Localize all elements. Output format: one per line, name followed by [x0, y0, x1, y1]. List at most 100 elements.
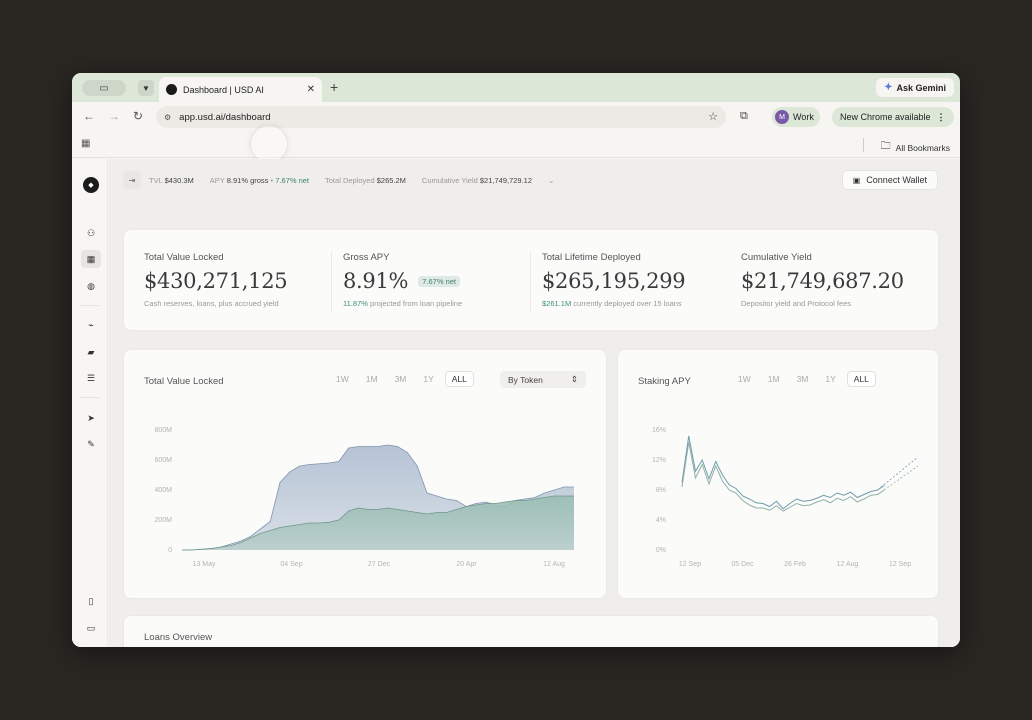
- kpi-title: Gross APY: [343, 252, 390, 263]
- kpi-value: $265,195,299: [542, 269, 686, 293]
- loans-overview-card: Loans Overview: [123, 615, 939, 647]
- y-tick-label: 200M: [154, 517, 172, 524]
- y-tick-label: 8%: [656, 487, 666, 494]
- stats-expand-icon[interactable]: ⌄: [548, 176, 554, 185]
- wallet-icon: ▣: [852, 175, 861, 185]
- kpi-card: Total Value Locked $430,271,125 Cash res…: [123, 229, 939, 331]
- omnibox[interactable]: ⚙ app.usd.ai/dashboard ☆: [156, 106, 726, 128]
- y-tick-label: 12%: [652, 457, 666, 464]
- avatar: M: [775, 110, 789, 124]
- x-tick-label: 12 Sep: [679, 561, 701, 568]
- bookmarks-divider: [863, 138, 864, 152]
- all-bookmarks-label: All Bookmarks: [895, 142, 950, 153]
- apy-line-chart: 16% 12% 8% 4% 0% 12 Sep 05 Dec 26 Feb 12 Aug 12 S…: [652, 427, 919, 568]
- site-info-icon[interactable]: ⚙: [164, 113, 171, 122]
- document-icon[interactable]: ▯: [84, 594, 98, 608]
- kpi-value: $21,749,687.20: [741, 269, 904, 293]
- globe-icon[interactable]: ◍: [84, 279, 98, 293]
- kpi-divider: [530, 252, 531, 312]
- x-tick-label: 26 Feb: [784, 561, 806, 568]
- send-icon[interactable]: ➤: [84, 411, 98, 425]
- reload-icon[interactable]: ↻: [133, 109, 143, 123]
- x-tick-label: 27 Dec: [368, 561, 391, 568]
- tab-dashboard[interactable]: Dashboard | USD AI ✕: [159, 77, 322, 102]
- x-tick-label: 12 Aug: [837, 561, 859, 568]
- kpi-cumulative-yield: Cumulative Yield $21,749,687.20 Deposito…: [741, 252, 926, 308]
- deposit-icon[interactable]: ⚇: [84, 226, 98, 240]
- x-tick-label: 12 Aug: [543, 561, 565, 568]
- profile-label: Work: [793, 112, 814, 122]
- apy-projection-line: [877, 456, 919, 491]
- y-tick-label: 4%: [656, 517, 666, 524]
- tab-overview-button[interactable]: ▭: [82, 80, 126, 96]
- forward-arrow-icon[interactable]: →: [108, 109, 120, 123]
- page: ◆ ⚇ ▦ ◍ ⌁ ▰ ☰ ➤ ✎ ▯ ▭ ⇥ TVL $430.3M APY …: [72, 159, 960, 647]
- browser-window: ▭ ▼ Dashboard | USD AI ✕ + ✦ Ask Gemini …: [72, 73, 960, 647]
- y-tick-label: 0%: [656, 547, 666, 554]
- connect-wallet-label: Connect Wallet: [866, 175, 927, 185]
- top-stats-bar: ⇥ TVL $430.3M APY 8.91% gross • 7.67% ne…: [123, 169, 623, 191]
- url-text[interactable]: app.usd.ai/dashboard: [179, 112, 270, 123]
- profile-chip[interactable]: M Work: [772, 107, 820, 127]
- chat-icon[interactable]: ▭: [84, 621, 98, 635]
- tools-icon[interactable]: ✎: [84, 437, 98, 451]
- main-content: ⇥ TVL $430.3M APY 8.91% gross • 7.67% ne…: [109, 159, 960, 647]
- usd-ai-logo-icon[interactable]: ◆: [83, 177, 99, 193]
- bookmarks-bar: ▦ 🗀 All Bookmarks: [72, 132, 960, 158]
- tab-search-button[interactable]: ▼: [138, 80, 154, 96]
- x-tick-label: 13 May: [193, 561, 216, 568]
- more-menu-icon[interactable]: ⋮: [937, 112, 946, 123]
- dashboard-grid-icon[interactable]: ▦: [81, 250, 101, 268]
- loans-overview-title: Loans Overview: [144, 632, 213, 643]
- kpi-title: Total Value Locked: [144, 252, 224, 263]
- sidebar-divider: [80, 305, 100, 306]
- stat-tvl: TVL $430.3M: [149, 175, 194, 185]
- x-tick-label: 20 Apr: [456, 561, 477, 568]
- sidebar: ◆ ⚇ ▦ ◍ ⌁ ▰ ☰ ➤ ✎ ▯ ▭: [72, 159, 108, 647]
- cursor-highlight: [250, 125, 288, 163]
- chrome-update-button[interactable]: New Chrome available ⋮: [832, 107, 954, 127]
- tab-title: Dashboard | USD AI: [183, 84, 264, 95]
- kpi-subtitle: 11.87% projected from loan pipeline: [343, 299, 463, 308]
- chevron-down-icon: ▼: [142, 83, 150, 93]
- kpi-subtitle: $261.1M currently deployed over 15 loans: [542, 299, 682, 308]
- kpi-gross-apy: Gross APY 8.91% 7.67% net 11.87% projecte…: [343, 252, 528, 308]
- x-tick-label: 12 Sep: [889, 561, 911, 568]
- folder-icon: 🗀: [880, 141, 891, 152]
- ask-gemini-button[interactable]: ✦ Ask Gemini: [876, 78, 954, 97]
- usd-ai-favicon-icon: [166, 84, 177, 95]
- portfolio-icon[interactable]: ▰: [84, 345, 98, 359]
- tvl-area-chart: 800M 600M 400M 200M 0 13 May 04 Sep 27 Dec 20 Ap…: [154, 427, 574, 568]
- apy-line-series-1: [681, 435, 885, 510]
- y-tick-label: 800M: [154, 427, 172, 434]
- apy-line-series-2: [681, 441, 885, 512]
- tvl-chart-card: Total Value Locked 1W 1M 3M 1Y ALL By Token …: [123, 349, 607, 599]
- list-icon[interactable]: ☰: [84, 371, 98, 385]
- kpi-value: 8.91% 7.67% net: [343, 269, 528, 293]
- apps-grid-icon[interactable]: ▦: [81, 138, 90, 149]
- sidebar-divider: [80, 397, 100, 398]
- kpi-title: Total Lifetime Deployed: [542, 252, 641, 263]
- all-bookmarks-button[interactable]: 🗀 All Bookmarks: [881, 139, 950, 156]
- update-label: New Chrome available: [840, 112, 931, 122]
- bookmark-star-icon[interactable]: ☆: [708, 110, 718, 123]
- back-arrow-icon[interactable]: ←: [83, 109, 95, 123]
- line-chart-icon[interactable]: ⌁: [84, 318, 98, 332]
- y-tick-label: 0: [168, 547, 172, 554]
- kpi-subtitle: Cash reserves, loans, plus accrued yield: [144, 299, 279, 308]
- connect-wallet-button[interactable]: ▣ Connect Wallet: [841, 170, 938, 190]
- stat-apy: APY 8.91% gross • 7.67% net: [209, 175, 310, 185]
- gemini-sparkle-icon: ✦: [884, 82, 893, 93]
- kpi-subtitle: Depositor yield and Protocol fees: [741, 299, 852, 308]
- y-tick-label: 400M: [154, 487, 172, 494]
- x-tick-label: 05 Dec: [731, 561, 754, 568]
- kpi-title: Cumulative Yield: [741, 252, 812, 263]
- extensions-puzzle-icon[interactable]: ⧉: [740, 110, 748, 123]
- kpi-lifetime-deployed: Total Lifetime Deployed $265,195,299 $26…: [542, 252, 727, 308]
- net-apy-badge: 7.67% net: [418, 275, 460, 287]
- collapse-sidebar-icon[interactable]: ⇥: [123, 171, 141, 189]
- close-icon[interactable]: ✕: [307, 84, 315, 95]
- kpi-total-value-locked: Total Value Locked $430,271,125 Cash res…: [144, 252, 329, 308]
- new-tab-button[interactable]: +: [330, 79, 338, 95]
- tab-strip: ▭ ▼ Dashboard | USD AI ✕ + ✦ Ask Gemini: [72, 73, 960, 102]
